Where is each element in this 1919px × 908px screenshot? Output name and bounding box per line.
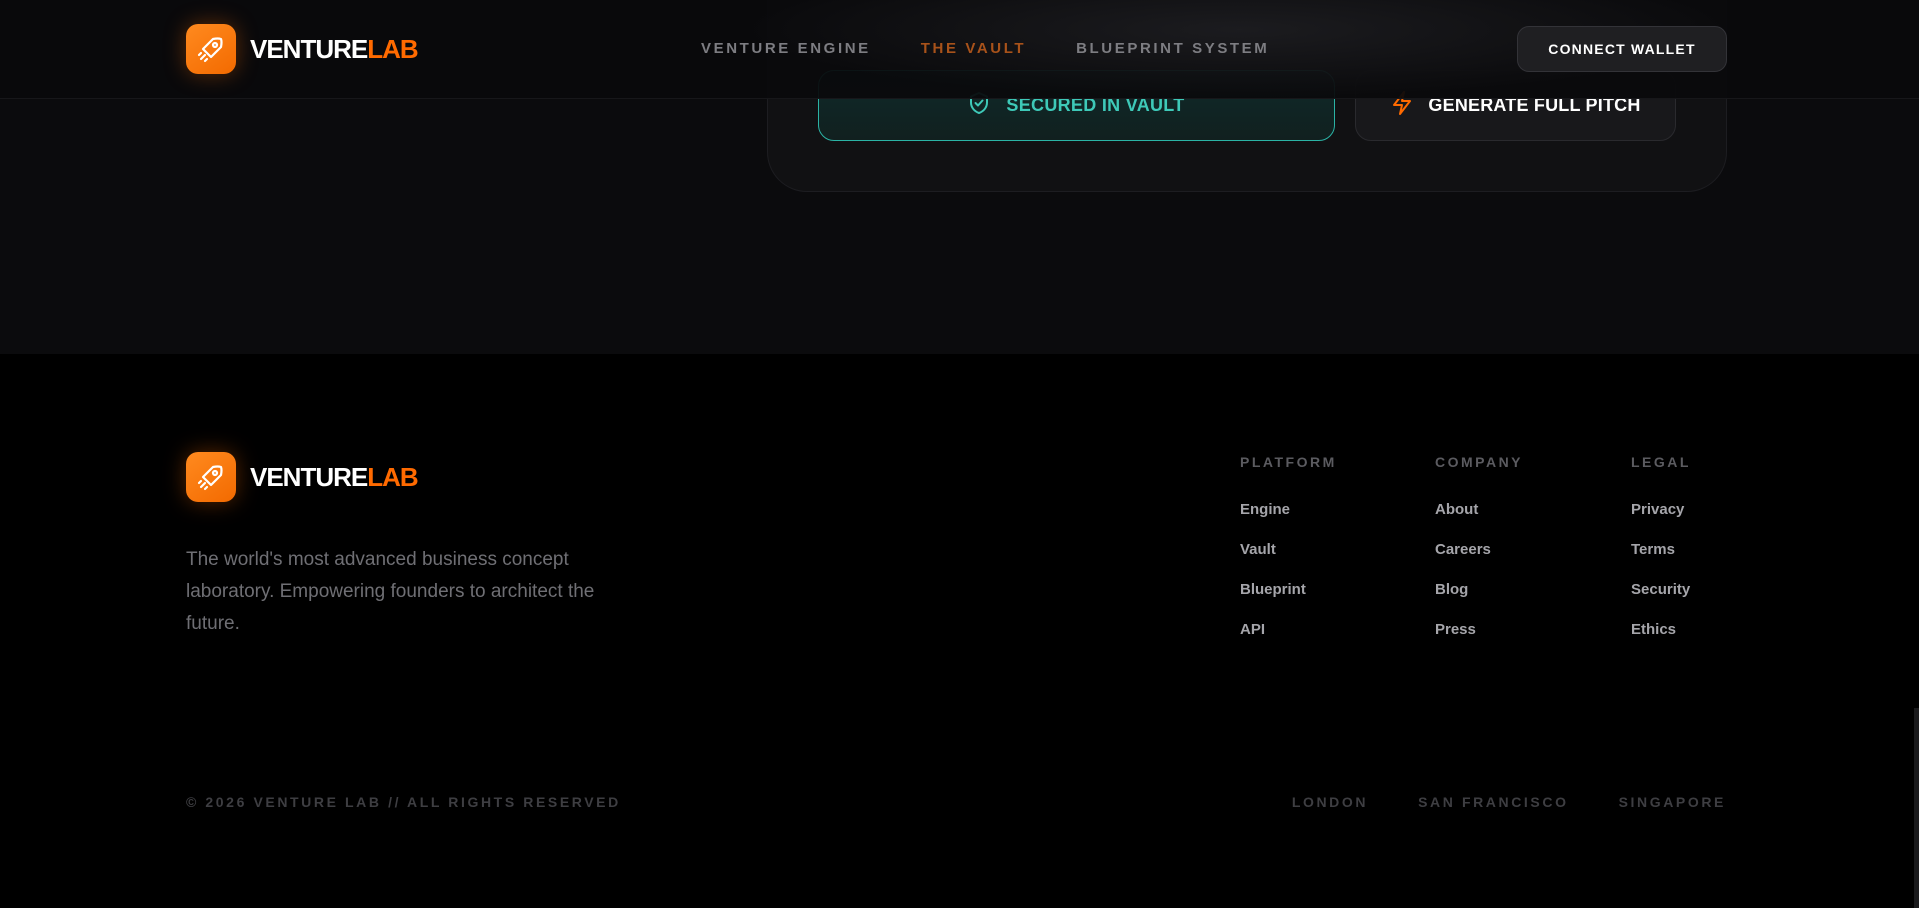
footer-link-privacy[interactable]: Privacy	[1631, 500, 1691, 540]
nav-blueprint-system[interactable]: BLUEPRINT SYSTEM	[1076, 40, 1269, 57]
footer-column-company: COMPANY About Careers Blog Press	[1435, 454, 1523, 660]
footer-link-ethics[interactable]: Ethics	[1631, 620, 1691, 660]
brand-name-orange: LAB	[367, 33, 418, 64]
site-header: VENTURELAB VENTURE ENGINE THE VAULT BLUE…	[0, 0, 1919, 99]
office-cities: LONDON SAN FRANCISCO SINGAPORE	[1292, 794, 1726, 810]
connect-wallet-button[interactable]: CONNECT WALLET	[1517, 26, 1727, 72]
footer-link-vault[interactable]: Vault	[1240, 540, 1337, 580]
brand-name-white: VENTURE	[250, 33, 368, 64]
footer-link-careers[interactable]: Careers	[1435, 540, 1523, 580]
footer-link-blueprint[interactable]: Blueprint	[1240, 580, 1337, 620]
footer-link-about[interactable]: About	[1435, 500, 1523, 540]
city-singapore: SINGAPORE	[1618, 794, 1726, 810]
brand-name-white: VENTURE	[250, 461, 368, 492]
nav-venture-engine[interactable]: VENTURE ENGINE	[701, 40, 871, 57]
site-footer: VENTURELAB The world's most advanced bus…	[0, 354, 1919, 908]
brand-wordmark: VENTURELAB	[250, 461, 419, 493]
header-brand-link[interactable]: VENTURELAB	[186, 24, 419, 74]
footer-column-platform: PLATFORM Engine Vault Blueprint API	[1240, 454, 1337, 660]
footer-column-legal: LEGAL Privacy Terms Security Ethics	[1631, 454, 1691, 660]
main-nav: VENTURE ENGINE THE VAULT BLUEPRINT SYSTE…	[701, 40, 1269, 57]
footer-link-blog[interactable]: Blog	[1435, 580, 1523, 620]
nav-the-vault[interactable]: THE VAULT	[921, 40, 1026, 57]
scrollbar[interactable]	[1914, 708, 1919, 908]
city-san-francisco: SAN FRANCISCO	[1418, 794, 1569, 810]
footer-column-title: LEGAL	[1631, 454, 1691, 470]
footer-link-engine[interactable]: Engine	[1240, 500, 1337, 540]
footer-link-security[interactable]: Security	[1631, 580, 1691, 620]
footer-column-title: COMPANY	[1435, 454, 1524, 470]
copyright-text: © 2026 VENTURE LAB // ALL RIGHTS RESERVE…	[186, 794, 621, 810]
page: SECURED IN VAULT GENERATE FULL PITCH VEN…	[0, 0, 1919, 908]
footer-link-api[interactable]: API	[1240, 620, 1337, 660]
brand-wordmark: VENTURELAB	[250, 33, 419, 65]
city-london: LONDON	[1291, 794, 1369, 810]
rocket-icon	[186, 24, 236, 74]
brand-name-orange: LAB	[367, 461, 418, 492]
footer-link-terms[interactable]: Terms	[1631, 540, 1691, 580]
footer-brand-link[interactable]: VENTURELAB	[186, 452, 419, 502]
footer-column-title: PLATFORM	[1240, 454, 1337, 470]
rocket-icon	[186, 452, 236, 502]
footer-link-press[interactable]: Press	[1435, 620, 1523, 660]
footer-tagline: The world's most advanced business conce…	[186, 549, 595, 634]
